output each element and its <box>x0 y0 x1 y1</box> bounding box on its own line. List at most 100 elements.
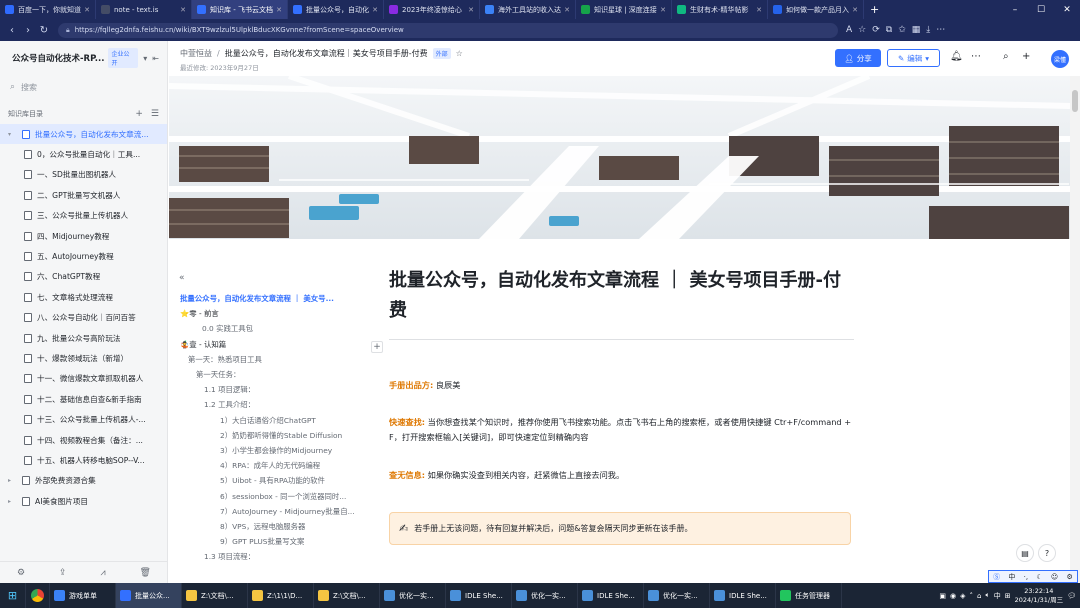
add-page-icon[interactable]: + <box>135 109 143 119</box>
browser-tab[interactable]: 海外工具站的收入达 ✕ <box>480 0 576 19</box>
outline-item[interactable]: 7）AutoJourney - Midjourney批量自... <box>220 506 355 517</box>
tab-close-icon[interactable]: ✕ <box>84 6 90 14</box>
tab-close-icon[interactable]: ✕ <box>372 6 378 14</box>
taskbar-app[interactable]: Z:\文档\... <box>314 583 380 608</box>
outline-item[interactable]: 2）奶奶都听得懂的Stable Diffusion <box>220 430 342 441</box>
settings-icon[interactable]: ⚙ <box>17 568 25 578</box>
sidebar-tree-item[interactable]: ▾ 批量公众号，自动化发布文章流... <box>0 124 167 145</box>
sidebar-tree-item[interactable]: 九、批量公众号高阶玩法 <box>0 328 167 348</box>
browser-tab[interactable]: note - text.is ✕ <box>96 0 192 19</box>
taskbar-app[interactable]: IDLE She... <box>710 583 776 608</box>
outline-item[interactable]: 4）RPA：成年人的无代码编程 <box>220 460 320 471</box>
trash-icon[interactable]: 🗑︎ <box>140 568 151 578</box>
more-icon[interactable]: ⋯ <box>936 25 945 35</box>
taskbar-app[interactable]: Z:\1\1\D... <box>248 583 314 608</box>
add-icon[interactable]: + <box>1022 51 1030 62</box>
close-icon[interactable]: ✕ <box>1054 5 1080 15</box>
read-aloud-icon[interactable]: A <box>846 25 852 35</box>
author-line[interactable]: 手册出品方: 良辰美 <box>389 378 854 393</box>
minimize-icon[interactable]: – <box>1002 5 1028 15</box>
refresh-icon[interactable]: ⟳ <box>872 25 880 35</box>
sidebar-tree-item[interactable]: 六、ChatGPT教程 <box>0 267 167 287</box>
help-icon[interactable]: ? <box>1038 544 1056 562</box>
outline-item[interactable]: 9）GPT PLUS批量写文案 <box>220 536 304 547</box>
tab-close-icon[interactable]: ✕ <box>756 6 762 14</box>
tray-expand-icon[interactable]: ˄ <box>970 592 974 600</box>
forward-icon[interactable]: › <box>20 25 36 36</box>
breadcrumb-doc[interactable]: 批量公众号，自动化发布文章流程｜美女号项目手册-付费 <box>225 48 428 59</box>
sidebar-tree-item[interactable]: 十五、机器人转移电脑SOP--V... <box>0 450 167 470</box>
network-icon[interactable]: ⌂ <box>977 592 981 600</box>
star-icon[interactable]: ☆ <box>456 49 463 58</box>
start-button[interactable]: ⊞ <box>0 583 26 608</box>
collections-icon[interactable]: ▦ <box>912 25 921 35</box>
emoji-icon[interactable]: ☺ <box>1051 573 1058 581</box>
reload-icon[interactable]: ↻ <box>36 25 52 36</box>
wiki-space-title[interactable]: 公众号自动化技术-RP... <box>12 52 104 64</box>
tab-close-icon[interactable]: ✕ <box>852 6 858 14</box>
chrome-taskbar-icon[interactable] <box>26 583 50 608</box>
browser-tab[interactable]: 2023年终凌惊给心 ✕ <box>384 0 480 19</box>
punctuation-icon[interactable]: ·, <box>1024 573 1028 581</box>
no-result-paragraph[interactable]: 查无信息: 如果你确实没查到相关内容，赶紧微信上直接去问我。 <box>389 468 854 483</box>
collapse-outline-icon[interactable]: « <box>179 273 185 283</box>
chevron-right-icon[interactable]: ▸ <box>8 477 18 484</box>
sidebar-tree-item[interactable]: 十一、微信爆款文章抓取机器人 <box>0 369 167 389</box>
sidebar-tree-item[interactable]: 七、文章格式处理流程 <box>0 287 167 307</box>
sidebar-tree-item[interactable]: 三、公众号批量上传机器人 <box>0 206 167 226</box>
sidebar-tree-item[interactable]: 十四、视频教程合集（备注：... <box>0 430 167 450</box>
tab-close-icon[interactable]: ✕ <box>468 6 474 14</box>
maximize-icon[interactable]: ☐ <box>1028 5 1054 15</box>
sidebar-tree-item[interactable]: 四、Midjourney教程 <box>0 226 167 246</box>
notification-icon[interactable]: 💬︎ <box>1067 592 1076 600</box>
browser-tab[interactable]: 百度一下，你就知道 ✕ <box>0 0 96 19</box>
taskbar-app[interactable]: 优化一实... <box>380 583 446 608</box>
outline-item[interactable]: 1）大白话通俗介绍ChatGPT <box>220 415 316 426</box>
more-icon[interactable]: ⋯ <box>971 51 981 62</box>
favorites-bar-icon[interactable]: ✩ <box>898 25 906 35</box>
volume-icon[interactable]: 🔈︎ <box>986 591 990 600</box>
chevron-right-icon[interactable]: ▸ <box>8 498 18 505</box>
sidebar-tree-item[interactable]: 五、AutoJourney教程 <box>0 246 167 266</box>
quick-search-paragraph[interactable]: 快速查找: 当你想查找某个知识时，推荐你使用飞书搜索功能。点击飞书右上角的搜索框… <box>389 415 854 445</box>
ime-settings-icon[interactable]: ⚙ <box>1067 573 1073 581</box>
taskbar-app[interactable]: 优化一实... <box>644 583 710 608</box>
sidebar-tree-item[interactable]: 二、GPT批量写文机器人 <box>0 185 167 205</box>
browser-tab[interactable]: 如何做一款产品月入 ✕ <box>768 0 864 19</box>
outline-item[interactable]: 🤹壹 - 认知篇 <box>180 339 226 350</box>
chevron-down-icon[interactable]: ▾ <box>8 131 18 138</box>
sidebar-tree-item[interactable]: 一、SD批量出图机器人 <box>0 165 167 185</box>
tab-close-icon[interactable]: ✕ <box>276 6 282 14</box>
taskbar-app[interactable]: 任务管理器 <box>776 583 842 608</box>
doc-info-icon[interactable]: ▤ <box>1016 544 1034 562</box>
collapse-sidebar-icon[interactable]: ⇤ <box>152 54 159 63</box>
ime-toolbar[interactable]: Ⓢ 中 ·, ☾ ☺ ⚙ <box>988 570 1078 583</box>
chevron-down-icon[interactable]: ▾ <box>143 54 147 63</box>
sidebar-tree-item[interactable]: ▸ 外部免费资源合集 <box>0 471 167 491</box>
outline-item[interactable]: 1.1 项目逻辑： <box>204 384 255 395</box>
edit-button[interactable]: ✎ 编辑 ▾ <box>887 49 940 67</box>
taskbar-app[interactable]: 优化一实... <box>512 583 578 608</box>
apps-icon[interactable]: ⊞ <box>1005 592 1011 600</box>
page-scrollbar[interactable] <box>1070 76 1080 583</box>
breadcrumb-space[interactable]: 中萱恒益 <box>180 48 212 59</box>
taskbar-app[interactable]: IDLE She... <box>446 583 512 608</box>
scrollbar-thumb[interactable] <box>1072 90 1078 112</box>
outline-item[interactable]: 批量公众号，自动化发布文章流程 ｜ 美女号... <box>180 293 334 304</box>
tab-close-icon[interactable]: ✕ <box>660 6 666 14</box>
ime-indicator[interactable]: 中 <box>994 591 1001 601</box>
callout-block[interactable]: ✍ 若手册上无该问题，待有回复并解决后，问题&答复会隔天同步更新在该手册。 <box>389 512 851 545</box>
browser-tab[interactable]: 批量公众号，自动化 ✕ <box>288 0 384 19</box>
browser-tab[interactable]: 生财有术-精华帖影 ✕ <box>672 0 768 19</box>
new-tab-button[interactable]: + <box>864 3 885 16</box>
sidebar-tree-item[interactable]: 八、公众号自动化｜百问百答 <box>0 308 167 328</box>
outline-item[interactable]: 1.3 项目流程： <box>204 551 255 562</box>
search-icon[interactable]: ⌕ <box>1003 51 1009 62</box>
sidebar-tree-item[interactable]: 十二、基础信息自查&新手指南 <box>0 389 167 409</box>
outline-item[interactable]: 1.2 工具介绍： <box>204 399 255 410</box>
outline-item[interactable]: 第一天任务： <box>196 369 240 380</box>
outline-item[interactable]: 0.0 实践工具包 <box>202 323 253 334</box>
taskbar-app[interactable]: IDLE She... <box>578 583 644 608</box>
add-block-button[interactable]: + <box>371 341 383 353</box>
outline-item[interactable]: ⭐零 - 前言 <box>180 308 219 319</box>
